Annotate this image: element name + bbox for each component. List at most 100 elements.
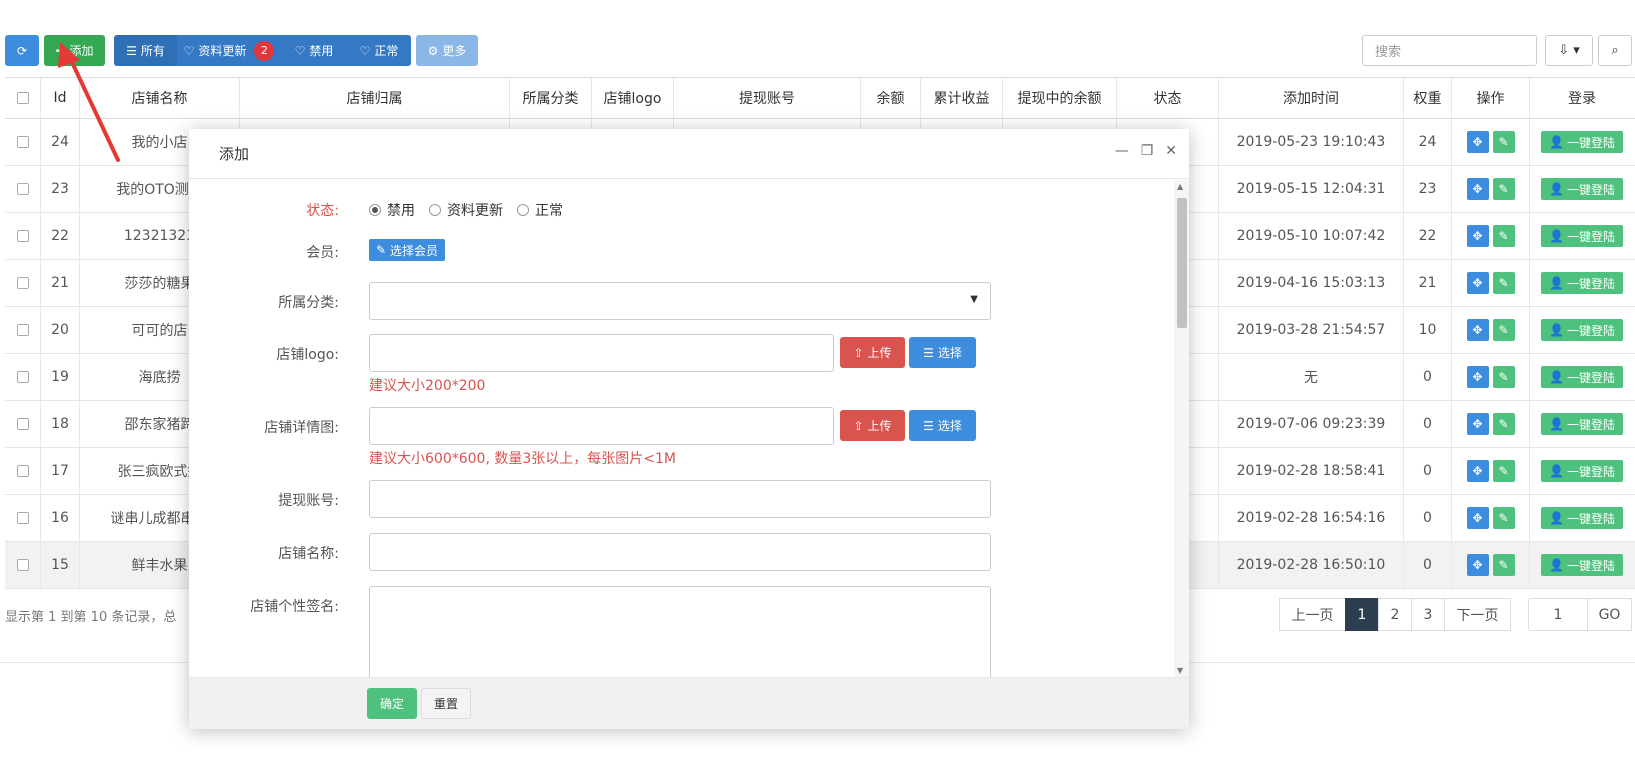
row-weight: 22: [1404, 213, 1452, 259]
status-radio-update[interactable]: 资料更新: [429, 200, 503, 220]
user-icon: 👤: [1549, 370, 1564, 384]
signature-textarea[interactable]: [369, 586, 991, 677]
goto-page-input[interactable]: 1: [1528, 598, 1588, 631]
add-button[interactable]: ✚ 添加: [44, 35, 105, 66]
user-icon: 👤: [1549, 464, 1564, 478]
detail-choose-button[interactable]: ☰ 选择: [909, 410, 976, 441]
one-click-login-button[interactable]: 👤 一键登陆: [1541, 272, 1623, 294]
filter-update-button[interactable]: ♡ 资料更新 2: [177, 35, 281, 66]
move-icon[interactable]: ✥: [1466, 366, 1489, 388]
filter-normal-button[interactable]: ♡ 正常: [347, 35, 411, 66]
row-login: 👤 一键登陆: [1530, 307, 1634, 353]
logo-upload-button[interactable]: ⇧ 上传: [840, 337, 905, 368]
move-icon[interactable]: ✥: [1466, 225, 1489, 247]
choose-member-button[interactable]: ✎ 选择会员: [369, 239, 445, 261]
logo-choose-button[interactable]: ☰ 选择: [909, 337, 976, 368]
page-button[interactable]: 2: [1378, 598, 1412, 631]
one-click-login-button[interactable]: 👤 一键登陆: [1541, 554, 1623, 576]
row-checkbox[interactable]: [5, 495, 41, 541]
row-checkbox[interactable]: [5, 307, 41, 353]
detail-upload-button[interactable]: ⇧ 上传: [840, 410, 905, 441]
shopname-input[interactable]: [369, 533, 991, 571]
row-login: 👤 一键登陆: [1530, 448, 1634, 494]
scroll-down-icon[interactable]: ▼: [1177, 666, 1183, 675]
edit-icon[interactable]: ✎: [1492, 366, 1515, 388]
row-login: 👤 一键登陆: [1530, 260, 1634, 306]
one-click-login-button[interactable]: 👤 一键登陆: [1541, 319, 1623, 341]
dialog-scrollbar[interactable]: ▲ ▼: [1174, 180, 1189, 677]
search-input[interactable]: 搜索: [1362, 35, 1537, 66]
move-icon[interactable]: ✥: [1466, 319, 1489, 341]
row-checkbox[interactable]: [5, 260, 41, 306]
next-page-button[interactable]: 下一页: [1444, 598, 1511, 631]
login-label: 一键登陆: [1566, 182, 1615, 197]
edit-icon[interactable]: ✎: [1492, 178, 1515, 200]
edit-icon[interactable]: ✎: [1492, 319, 1515, 341]
row-weight: 10: [1404, 307, 1452, 353]
logo-input[interactable]: [369, 334, 834, 372]
move-icon[interactable]: ✥: [1466, 460, 1489, 482]
edit-icon[interactable]: ✎: [1492, 272, 1515, 294]
dialog-form: 状态: 禁用 资料更新 正常 会员: ✎ 选择会员 所属分类: ▼ 店铺logo…: [189, 180, 1174, 677]
close-icon[interactable]: ✕: [1165, 143, 1177, 159]
move-icon[interactable]: ✥: [1466, 178, 1489, 200]
row-actions: ✥ ✎: [1452, 542, 1530, 588]
row-add-time: 2019-05-15 12:04:31: [1219, 166, 1404, 212]
status-radio-disabled[interactable]: 禁用: [369, 200, 415, 220]
prev-page-button[interactable]: 上一页: [1279, 598, 1346, 631]
scroll-up-icon[interactable]: ▲: [1177, 182, 1183, 191]
row-checkbox[interactable]: [5, 119, 41, 165]
row-checkbox[interactable]: [5, 542, 41, 588]
move-icon[interactable]: ✥: [1466, 131, 1489, 153]
edit-icon[interactable]: ✎: [1492, 131, 1515, 153]
move-icon[interactable]: ✥: [1466, 272, 1489, 294]
row-checkbox[interactable]: [5, 448, 41, 494]
edit-icon[interactable]: ✎: [1492, 413, 1515, 435]
maximize-icon[interactable]: ❐: [1141, 143, 1154, 159]
one-click-login-button[interactable]: 👤 一键登陆: [1541, 366, 1623, 388]
detail-input[interactable]: [369, 407, 834, 445]
search-button[interactable]: ⌕: [1598, 35, 1632, 66]
row-weight: 0: [1404, 448, 1452, 494]
edit-icon[interactable]: ✎: [1492, 507, 1515, 529]
scroll-thumb[interactable]: [1177, 198, 1187, 328]
row-checkbox[interactable]: [5, 166, 41, 212]
edit-icon[interactable]: ✎: [1492, 554, 1515, 576]
row-checkbox[interactable]: [5, 213, 41, 259]
more-label: 更多: [442, 44, 467, 58]
row-login: 👤 一键登陆: [1530, 401, 1634, 447]
page-button[interactable]: 1: [1345, 598, 1379, 631]
export-button[interactable]: ⇩ ▾: [1545, 35, 1593, 66]
row-checkbox[interactable]: [5, 401, 41, 447]
user-icon: 👤: [1549, 511, 1564, 525]
one-click-login-button[interactable]: 👤 一键登陆: [1541, 178, 1623, 200]
row-checkbox[interactable]: [5, 354, 41, 400]
category-select[interactable]: ▼: [369, 282, 991, 320]
filter-disabled-button[interactable]: ♡ 禁用: [281, 35, 347, 66]
refresh-button[interactable]: ⟳: [5, 35, 39, 66]
filter-all-button[interactable]: ☰ 所有: [114, 35, 177, 66]
status-radio-normal[interactable]: 正常: [517, 200, 563, 220]
minimize-icon[interactable]: —: [1115, 143, 1129, 159]
one-click-login-button[interactable]: 👤 一键登陆: [1541, 507, 1623, 529]
one-click-login-button[interactable]: 👤 一键登陆: [1541, 413, 1623, 435]
move-icon[interactable]: ✥: [1466, 413, 1489, 435]
move-icon[interactable]: ✥: [1466, 507, 1489, 529]
one-click-login-button[interactable]: 👤 一键登陆: [1541, 131, 1623, 153]
page-button[interactable]: 3: [1411, 598, 1445, 631]
select-all-checkbox[interactable]: [5, 78, 41, 118]
one-click-login-button[interactable]: 👤 一键登陆: [1541, 460, 1623, 482]
logo-hint: 建议大小200*200: [369, 378, 486, 394]
edit-icon[interactable]: ✎: [1492, 225, 1515, 247]
row-id: 19: [41, 354, 80, 400]
confirm-button[interactable]: 确定: [367, 688, 417, 719]
goto-button[interactable]: GO: [1587, 598, 1632, 631]
move-icon[interactable]: ✥: [1466, 554, 1489, 576]
account-input[interactable]: [369, 480, 991, 518]
edit-icon[interactable]: ✎: [1492, 460, 1515, 482]
more-button[interactable]: ⚙ 更多: [416, 35, 478, 66]
one-click-login-button[interactable]: 👤 一键登陆: [1541, 225, 1623, 247]
login-label: 一键登陆: [1566, 135, 1615, 150]
account-label: 提现账号:: [278, 493, 339, 509]
reset-button[interactable]: 重置: [421, 688, 471, 719]
